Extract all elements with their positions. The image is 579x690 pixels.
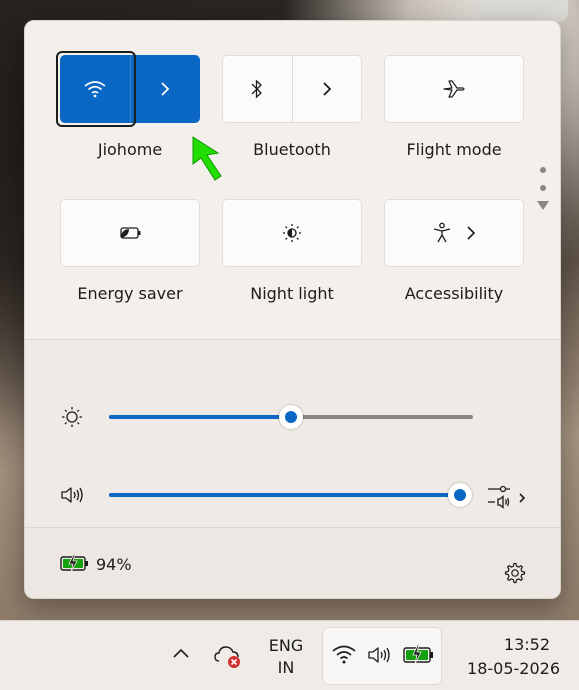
bluetooth-toggle-button[interactable] [223,56,292,122]
accessibility-icon [432,222,452,244]
quick-settings-panel: Jiohome Bluetooth Flight mode Energy sav… [24,20,561,599]
energy-saver-icon [117,225,143,241]
flight-mode-button[interactable] [384,55,524,123]
bluetooth-tile-label: Bluetooth [253,140,331,159]
accessibility-tile-group: Accessibility [384,199,524,303]
audio-output-button[interactable] [486,483,530,509]
wifi-tile [56,51,200,127]
volume-row [25,480,560,510]
brightness-slider-thumb[interactable] [279,405,303,429]
brightness-fill [109,415,291,419]
wifi-tile-group: Jiohome [56,51,200,159]
volume-slider-thumb[interactable] [448,483,472,507]
chevron-right-icon [160,81,170,97]
bluetooth-tile-group: Bluetooth [222,55,362,159]
night-light-tile-group: Night light [222,199,362,303]
wifi-expand-button[interactable] [131,56,200,122]
flight-mode-tile-group: Flight mode [384,55,524,159]
show-hidden-icons-button[interactable] [172,647,190,659]
wifi-icon [332,644,356,664]
wallpaper-car [478,0,568,22]
clock-date: 18-05-2026 [467,659,560,678]
keyboard-focus-ring [56,51,136,127]
page-indicator[interactable] [533,167,553,210]
flight-mode-tile-label: Flight mode [406,140,502,159]
page-dot-2 [540,185,546,191]
chevron-down-icon [537,201,549,210]
night-light-button[interactable] [222,199,362,267]
bluetooth-icon [250,79,264,99]
page-dot-1 [540,167,546,173]
brightness-icon [61,406,83,428]
chevron-right-icon [466,225,476,241]
system-tray-button[interactable] [322,627,442,685]
language-indicator[interactable]: ENG IN [264,635,308,679]
battery-charging-icon [60,553,90,573]
wifi-tile-label: Jiohome [97,140,163,159]
brightness-row [25,402,560,432]
night-light-icon [282,223,302,243]
settings-gear-icon[interactable] [504,562,526,584]
energy-saver-tile-group: Energy saver [60,199,200,303]
clock-time: 13:52 [503,635,550,654]
language-code: ENG [268,636,304,655]
mouse-cursor-arrow-icon [192,136,222,181]
clock[interactable]: 13:52 18-05-2026 [450,633,560,681]
accessibility-tile-label: Accessibility [404,284,504,303]
energy-saver-tile-label: Energy saver [77,284,183,303]
airplane-icon [442,79,466,99]
chevron-right-icon [322,81,332,97]
quick-settings-footer: 94% [25,528,560,598]
sliders-section [25,340,560,527]
speaker-icon[interactable] [60,485,86,505]
quick-settings-tiles: Jiohome Bluetooth Flight mode Energy sav… [25,21,560,339]
bluetooth-expand-button[interactable] [293,56,362,122]
battery-charging-icon [403,643,435,665]
bluetooth-tile [222,55,362,123]
onedrive-error-icon[interactable] [214,643,244,669]
night-light-tile-label: Night light [250,284,334,303]
language-region: IN [277,658,295,677]
volume-fill [109,493,460,497]
accessibility-button[interactable] [384,199,524,267]
energy-saver-button[interactable] [60,199,200,267]
battery-percentage[interactable]: 94% [96,555,132,574]
taskbar: ENG IN 13:52 18-05-2026 [0,620,579,690]
speaker-icon [367,645,393,665]
